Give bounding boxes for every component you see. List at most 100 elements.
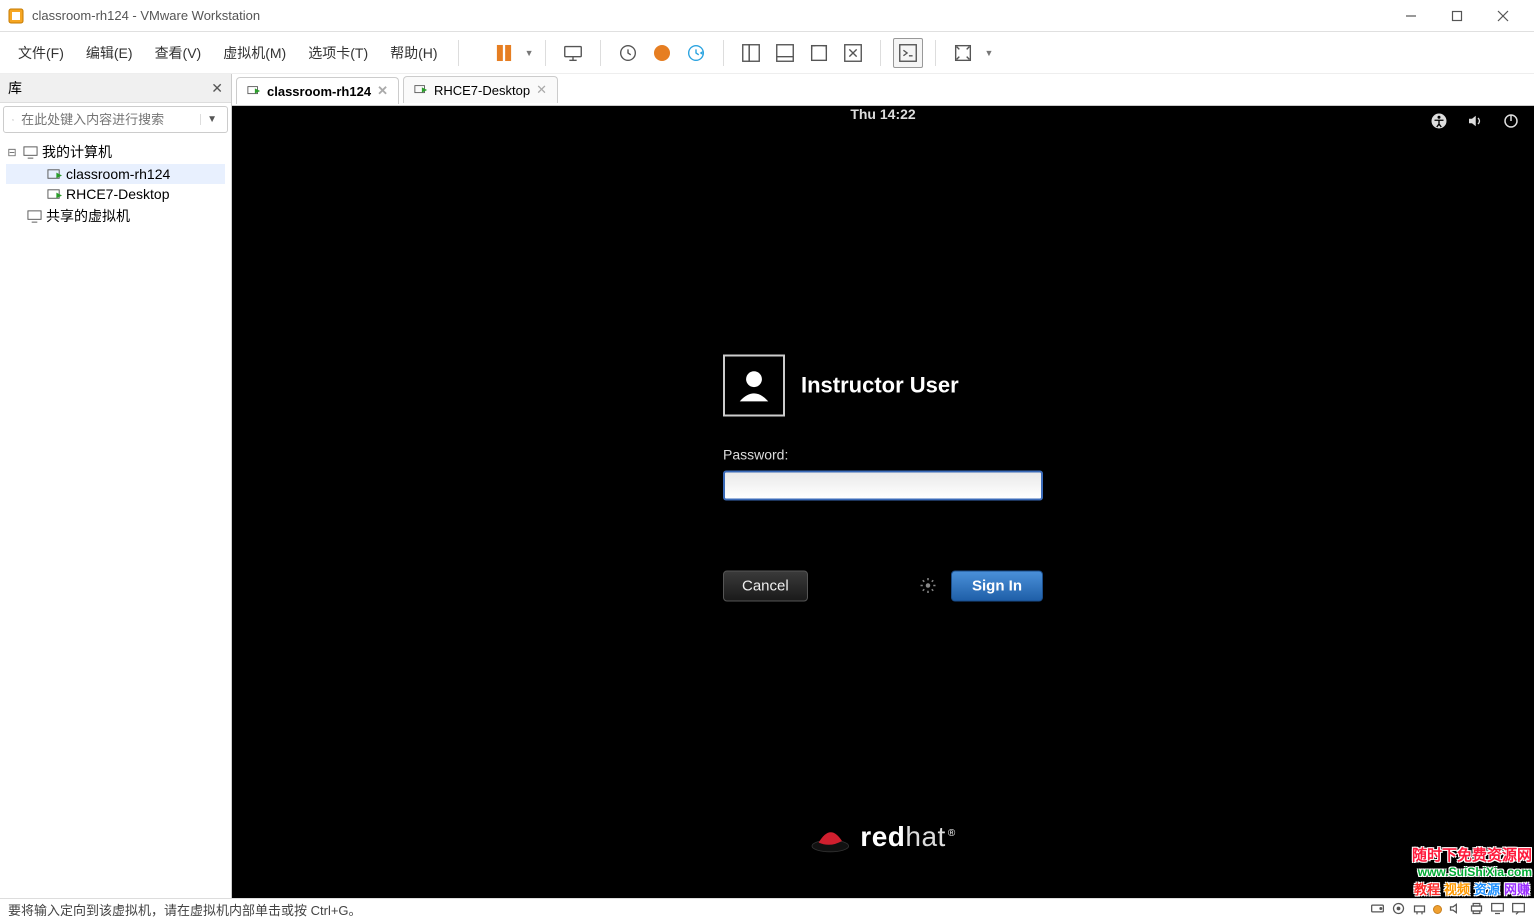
view-unity-button[interactable] bbox=[838, 38, 868, 68]
sidebar-close-button[interactable]: ✕ bbox=[211, 80, 223, 97]
clock-label[interactable]: Thu 14:22 bbox=[850, 106, 915, 122]
volume-icon[interactable] bbox=[1466, 112, 1484, 135]
redhat-wordmark: redhat® bbox=[860, 821, 955, 853]
tree-node-vm-classroom[interactable]: classroom-rh124 bbox=[6, 164, 225, 184]
menu-tabs[interactable]: 选项卡(T) bbox=[298, 39, 378, 67]
user-avatar-icon bbox=[723, 355, 785, 417]
power-icon[interactable] bbox=[1502, 112, 1520, 135]
statusbar-devices bbox=[1370, 901, 1526, 919]
statusbar-hint: 要将输入定向到该虚拟机，请在虚拟机内部单击或按 Ctrl+G。 bbox=[8, 900, 362, 919]
menubar: 文件(F) 编辑(E) 查看(V) 虚拟机(M) 选项卡(T) 帮助(H) ▼ bbox=[0, 32, 1534, 74]
redhat-hat-icon bbox=[810, 821, 850, 853]
usb-indicator-icon[interactable] bbox=[1433, 905, 1442, 914]
toolbar-separator bbox=[600, 40, 601, 66]
power-dropdown-icon[interactable]: ▼ bbox=[525, 48, 534, 58]
cd-dvd-icon[interactable] bbox=[1391, 901, 1406, 919]
search-icon bbox=[12, 112, 14, 128]
toolbar-separator bbox=[545, 40, 546, 66]
vmware-app-icon bbox=[8, 8, 24, 24]
menu-file[interactable]: 文件(F) bbox=[8, 39, 74, 67]
window-titlebar: classroom-rh124 - VMware Workstation bbox=[0, 0, 1534, 32]
tree-label: RHCE7-Desktop bbox=[66, 186, 169, 202]
snapshot-manager-button[interactable] bbox=[681, 38, 711, 68]
window-close-button[interactable] bbox=[1480, 1, 1526, 31]
statusbar: 要将输入定向到该虚拟机，请在虚拟机内部单击或按 Ctrl+G。 bbox=[0, 898, 1534, 920]
menu-edit[interactable]: 编辑(E) bbox=[76, 39, 143, 67]
tree-node-my-computer[interactable]: ⊟ 我的计算机 bbox=[6, 140, 225, 164]
network-adapter-icon[interactable] bbox=[1412, 901, 1427, 919]
tab-rhce7-desktop[interactable]: RHCE7-Desktop ✕ bbox=[403, 76, 558, 103]
printer-icon[interactable] bbox=[1469, 901, 1484, 919]
toolbar-separator bbox=[880, 40, 881, 66]
tab-close-button[interactable]: ✕ bbox=[536, 82, 547, 98]
watermark-line3: 教程视频资源网赚 bbox=[1412, 879, 1532, 898]
monitor-icon bbox=[26, 208, 42, 224]
toolbar-separator bbox=[723, 40, 724, 66]
snapshot-take-button[interactable] bbox=[613, 38, 643, 68]
vm-tabs: classroom-rh124 ✕ RHCE7-Desktop ✕ bbox=[232, 74, 1534, 106]
view-library-button[interactable] bbox=[736, 38, 766, 68]
redhat-logo: redhat® bbox=[810, 821, 955, 853]
tree-label: 我的计算机 bbox=[42, 142, 112, 162]
window-minimize-button[interactable] bbox=[1388, 1, 1434, 31]
monitor-icon bbox=[22, 144, 38, 160]
login-button-row: Cancel Sign In bbox=[723, 571, 1043, 602]
content-area: classroom-rh124 ✕ RHCE7-Desktop ✕ Thu 14… bbox=[232, 74, 1534, 898]
display-icon[interactable] bbox=[1490, 901, 1505, 919]
view-fullscreen-button[interactable] bbox=[804, 38, 834, 68]
window-maximize-button[interactable] bbox=[1434, 1, 1480, 31]
stretch-dropdown-icon[interactable]: ▼ bbox=[984, 48, 993, 58]
search-dropdown-icon[interactable]: ▼ bbox=[200, 114, 223, 125]
watermark-overlay: 随时下免费资源网 www.SuiShiXia.com 教程视频资源网赚 bbox=[1412, 844, 1532, 898]
menu-help[interactable]: 帮助(H) bbox=[380, 39, 447, 67]
watermark-line2: www.SuiShiXia.com bbox=[1412, 865, 1532, 879]
toolbar-separator bbox=[458, 40, 459, 66]
tab-close-button[interactable]: ✕ bbox=[377, 83, 388, 99]
vm-running-icon bbox=[247, 84, 261, 98]
hard-disk-icon[interactable] bbox=[1370, 901, 1385, 919]
password-label: Password: bbox=[723, 447, 1043, 463]
toolbar-separator bbox=[935, 40, 936, 66]
stretch-guest-button[interactable] bbox=[948, 38, 978, 68]
watermark-line1: 随时下免费资源网 bbox=[1412, 844, 1532, 865]
tab-label: classroom-rh124 bbox=[267, 84, 371, 99]
vm-running-icon bbox=[414, 83, 428, 97]
library-sidebar: 库 ✕ ▼ ⊟ 我的计算机 classroom-rh124 RHCE7-Desk… bbox=[0, 74, 232, 898]
sound-card-icon[interactable] bbox=[1448, 901, 1463, 919]
user-name-label: Instructor User bbox=[801, 373, 959, 399]
snapshot-revert-button[interactable] bbox=[647, 38, 677, 68]
sidebar-header: 库 ✕ bbox=[0, 74, 231, 103]
tree-node-shared-vms[interactable]: 共享的虚拟机 bbox=[6, 204, 225, 228]
user-identity-row: Instructor User bbox=[723, 355, 1043, 417]
menu-view[interactable]: 查看(V) bbox=[145, 39, 212, 67]
accessibility-icon[interactable] bbox=[1430, 112, 1448, 135]
login-panel: Instructor User Password: Cancel Sign In bbox=[723, 355, 1043, 602]
view-thumbnail-button[interactable] bbox=[770, 38, 800, 68]
sidebar-title: 库 bbox=[8, 78, 22, 98]
window-controls bbox=[1388, 1, 1526, 31]
window-title: classroom-rh124 - VMware Workstation bbox=[32, 8, 1388, 23]
cancel-button[interactable]: Cancel bbox=[723, 571, 808, 602]
tree-label: 共享的虚拟机 bbox=[46, 206, 130, 226]
gnome-tray bbox=[1430, 112, 1520, 135]
tree-node-vm-rhce7[interactable]: RHCE7-Desktop bbox=[6, 184, 225, 204]
vm-tree: ⊟ 我的计算机 classroom-rh124 RHCE7-Desktop 共享… bbox=[0, 136, 231, 232]
password-input[interactable] bbox=[723, 471, 1043, 501]
pause-vm-button[interactable] bbox=[489, 38, 519, 68]
guest-display[interactable]: Thu 14:22 Instructor User Password: Canc… bbox=[232, 106, 1534, 898]
vm-running-icon bbox=[46, 186, 62, 202]
send-ctrl-alt-del-button[interactable] bbox=[558, 38, 588, 68]
view-console-button[interactable] bbox=[893, 38, 923, 68]
menu-vm[interactable]: 虚拟机(M) bbox=[213, 39, 296, 67]
session-options-gear-icon[interactable] bbox=[919, 576, 939, 596]
tab-classroom-rh124[interactable]: classroom-rh124 ✕ bbox=[236, 77, 399, 104]
vm-running-icon bbox=[46, 166, 62, 182]
tree-collapse-icon[interactable]: ⊟ bbox=[6, 146, 18, 159]
sidebar-search-input[interactable] bbox=[18, 109, 200, 130]
sidebar-search[interactable]: ▼ bbox=[3, 106, 228, 133]
tree-label: classroom-rh124 bbox=[66, 166, 170, 182]
sign-in-button[interactable]: Sign In bbox=[951, 571, 1043, 602]
tab-label: RHCE7-Desktop bbox=[434, 83, 530, 98]
message-log-icon[interactable] bbox=[1511, 901, 1526, 919]
toolbar: ▼ ▼ bbox=[489, 38, 994, 68]
